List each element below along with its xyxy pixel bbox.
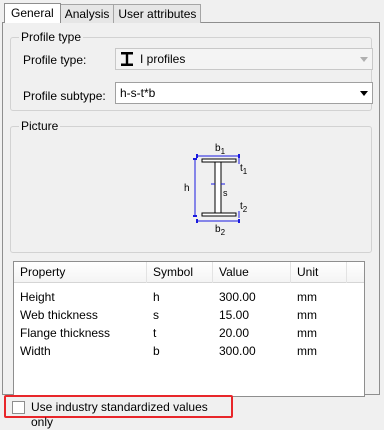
cell-symbol: t bbox=[153, 326, 157, 340]
properties-table: Property Symbol Value Unit Height h 300.… bbox=[13, 261, 365, 397]
column-header-unit[interactable]: Unit bbox=[291, 262, 347, 283]
tab-user-attributes[interactable]: User attributes bbox=[113, 4, 202, 23]
cell-property: Flange thickness bbox=[20, 326, 111, 340]
cell-symbol: s bbox=[153, 308, 159, 322]
profile-type-group-title: Profile type bbox=[19, 30, 84, 44]
profile-type-select[interactable]: I profiles bbox=[115, 48, 373, 70]
cell-symbol: b bbox=[153, 344, 160, 358]
i-beam-icon bbox=[121, 52, 133, 66]
cell-value: 300.00 bbox=[219, 290, 256, 304]
column-header-property[interactable]: Property bbox=[14, 262, 147, 283]
profile-subtype-value: h-s-t*b bbox=[120, 86, 156, 100]
cell-unit: mm bbox=[297, 308, 317, 322]
cell-unit: mm bbox=[297, 344, 317, 358]
column-header-symbol[interactable]: Symbol bbox=[147, 262, 213, 283]
standardized-values-highlight: Use industry standardized values only bbox=[4, 395, 233, 429]
chevron-down-icon bbox=[360, 57, 368, 62]
cell-unit: mm bbox=[297, 290, 317, 304]
cell-property: Web thickness bbox=[20, 308, 98, 322]
cell-symbol: h bbox=[153, 290, 160, 304]
b1-label: b1 bbox=[215, 143, 226, 156]
i-profile-picture: b1 h s t1 t2 b2 bbox=[181, 141, 251, 237]
s-label: s bbox=[223, 188, 228, 198]
tab-bar: General Analysis User attributes bbox=[4, 3, 202, 23]
t1-label: t1 bbox=[240, 163, 248, 176]
tab-analysis[interactable]: Analysis bbox=[59, 4, 115, 23]
standardized-values-label[interactable]: Use industry standardized values only bbox=[31, 400, 231, 430]
t2-label: t2 bbox=[240, 201, 248, 214]
b2-label: b2 bbox=[215, 224, 226, 237]
picture-group-title: Picture bbox=[19, 119, 61, 133]
h-label: h bbox=[184, 183, 190, 194]
chevron-down-icon bbox=[360, 91, 368, 96]
column-header-value[interactable]: Value bbox=[213, 262, 291, 283]
profile-type-label: Profile type: bbox=[23, 53, 87, 67]
cell-value: 20.00 bbox=[219, 326, 250, 340]
general-panel: Profile type Profile type: I profiles Pr… bbox=[2, 22, 380, 397]
tab-general[interactable]: General bbox=[4, 3, 61, 23]
cell-property: Width bbox=[20, 344, 51, 358]
standardized-values-checkbox[interactable] bbox=[12, 401, 25, 414]
profile-type-value: I profiles bbox=[140, 52, 186, 66]
table-header: Property Symbol Value Unit bbox=[14, 262, 364, 283]
cell-value: 15.00 bbox=[219, 308, 250, 322]
profile-subtype-label: Profile subtype: bbox=[23, 89, 106, 103]
cell-value: 300.00 bbox=[219, 344, 256, 358]
cell-unit: mm bbox=[297, 326, 317, 340]
profile-subtype-select[interactable]: h-s-t*b bbox=[115, 82, 373, 104]
cell-property: Height bbox=[20, 290, 55, 304]
